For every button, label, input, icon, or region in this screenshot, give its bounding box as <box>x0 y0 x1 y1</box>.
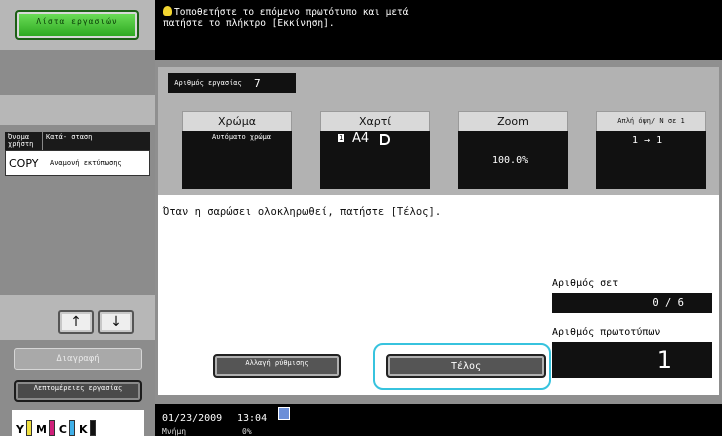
memory-label: Μνήμη <box>162 427 187 436</box>
toner-levels: Y M C K <box>12 410 144 436</box>
network-icon <box>278 407 290 420</box>
setting-color-header: Χρώμα <box>182 111 292 131</box>
job-list-button[interactable]: Λίστα εργασιών <box>15 10 139 40</box>
toner-y-label: Y <box>16 423 24 436</box>
job-row-status: Αναμονή εκτύπωσης <box>50 158 122 167</box>
col-user-header: Όνομα χρήστη <box>5 132 43 150</box>
scroll-down-button[interactable]: ↓ <box>98 310 134 334</box>
toner-y-bar <box>25 420 32 436</box>
sets-label: Αριθμός σετ <box>552 278 619 289</box>
toner-k-bar <box>89 420 96 436</box>
toner-m-bar <box>48 420 55 436</box>
toner-k: K <box>79 420 96 436</box>
setting-color: Χρώμα Αυτόματο χρώμα <box>182 111 292 189</box>
job-number-box: Αριθμός εργασίας 7 <box>168 73 296 93</box>
toner-y: Y <box>16 420 32 436</box>
job-number-value: 7 <box>254 76 261 90</box>
toner-k-label: K <box>79 423 88 436</box>
instruction-text: Όταν η σαρώσει ολοκληρωθεί, πατήστε [Τέλ… <box>163 206 442 218</box>
setting-color-value: Αυτόματο χρώμα <box>212 133 272 141</box>
job-list-row[interactable]: COPY Αναμονή εκτύπωσης <box>5 150 150 176</box>
message-text: Τοποθετήστε το επόμενο πρωτότυπο και μετ… <box>163 6 409 29</box>
status-time: 13:04 <box>237 413 268 424</box>
paper-tray-icon: 1 <box>338 134 345 142</box>
toner-c: C <box>59 420 75 436</box>
setting-zoom: Zoom 100.0% <box>458 111 568 189</box>
setting-zoom-header: Zoom <box>458 111 568 131</box>
arrow-up-icon: ↑ <box>70 314 82 330</box>
status-date: 01/23/2009 <box>162 413 223 424</box>
toner-c-bar <box>69 420 75 436</box>
message-line2: πατήστε το πλήκτρο [Εκκίνηση]. <box>163 18 335 29</box>
setting-duplex-header: Απλή όψη/ Ν σε 1 <box>596 111 706 131</box>
paper-orientation-icon <box>380 134 390 145</box>
scroll-up-button[interactable]: ↑ <box>58 310 94 334</box>
toner-c-label: C <box>58 423 67 436</box>
setting-paper-header: Χαρτί <box>320 111 430 131</box>
job-row-user: COPY <box>9 156 39 170</box>
job-list-header: Όνομα χρήστη Κατά- σταση <box>5 132 150 150</box>
message-bar: Τοποθετήστε το επόμενο πρωτότυπο και μετ… <box>155 0 722 60</box>
setting-paper-value: A4 <box>352 131 370 146</box>
setting-zoom-value: 100.0% <box>492 155 529 166</box>
arrow-down-icon: ↓ <box>110 314 122 330</box>
left-band-mid <box>0 95 155 125</box>
bulb-icon <box>163 6 172 16</box>
message-line1: Τοποθετήστε το επόμενο πρωτότυπο και μετ… <box>174 7 409 18</box>
left-panel <box>0 0 155 436</box>
job-details-button[interactable]: Λεπτομέρειες εργασίας <box>14 380 142 402</box>
col-status-header: Κατά- σταση <box>46 133 93 141</box>
change-settings-button[interactable]: Αλλαγή ρύθμισης <box>213 354 341 378</box>
status-bar: 01/23/2009 13:04 Μνήμη 0% <box>155 404 722 436</box>
setting-duplex-value: 1 → 1 <box>632 135 663 146</box>
setting-paper: Χαρτί 1 A4 <box>320 111 430 189</box>
memory-value: 0% <box>242 427 252 436</box>
setting-duplex: Απλή όψη/ Ν σε 1 1 → 1 <box>596 111 706 189</box>
sets-value: 0 / 6 <box>552 293 712 313</box>
originals-label: Αριθμός πρωτοτύπων <box>552 327 661 338</box>
delete-button[interactable]: Διαγραφή <box>14 348 142 370</box>
toner-m: M <box>36 420 55 436</box>
toner-m-label: M <box>35 423 47 436</box>
originals-value: 1 <box>552 342 712 378</box>
finish-button[interactable]: Τέλος <box>386 354 546 378</box>
job-number-label: Αριθμός εργασίας <box>174 78 242 87</box>
